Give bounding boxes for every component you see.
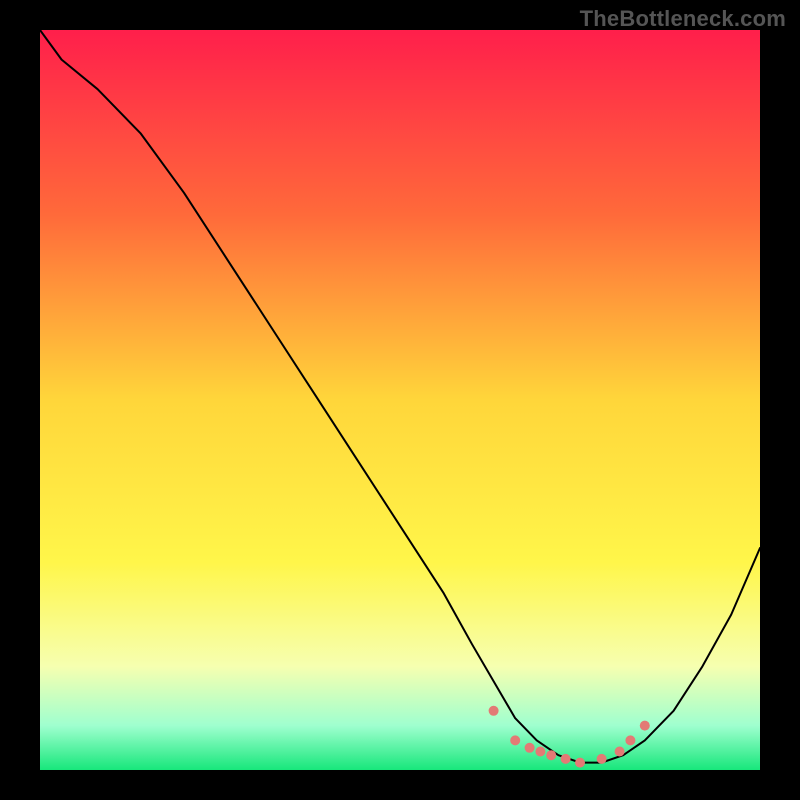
chart-svg <box>40 30 760 770</box>
optimal-zone-dot <box>625 735 635 745</box>
chart-background-gradient <box>40 30 760 770</box>
optimal-zone-dot <box>615 747 625 757</box>
optimal-zone-dot <box>489 706 499 716</box>
optimal-zone-dot <box>561 754 571 764</box>
optimal-zone-dot <box>525 743 535 753</box>
optimal-zone-dot <box>546 750 556 760</box>
optimal-zone-dot <box>597 754 607 764</box>
optimal-zone-dot <box>510 735 520 745</box>
optimal-zone-dot <box>575 758 585 768</box>
optimal-zone-dot <box>535 747 545 757</box>
watermark-text: TheBottleneck.com <box>580 6 786 32</box>
chart-plot-area <box>40 30 760 770</box>
optimal-zone-dot <box>640 721 650 731</box>
chart-frame: TheBottleneck.com <box>0 0 800 800</box>
